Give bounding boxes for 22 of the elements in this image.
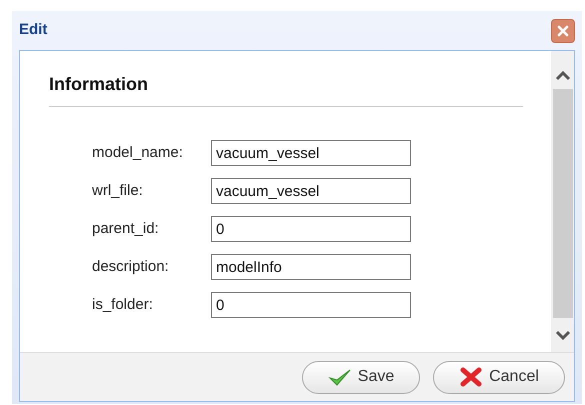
scroll-up-icon[interactable]: [554, 71, 570, 81]
input-field[interactable]: 0: [211, 216, 411, 242]
field-label: wrl_file:: [92, 180, 144, 201]
cross-icon: [459, 366, 484, 388]
input-field[interactable]: modelInfo: [211, 254, 411, 280]
scroll-down-icon[interactable]: [554, 330, 570, 340]
scrollbar[interactable]: [551, 51, 574, 352]
field-label: description:: [92, 256, 170, 277]
section-heading: Information: [49, 71, 523, 107]
field-label: parent_id:: [92, 218, 160, 239]
check-icon: [328, 367, 352, 387]
input-field[interactable]: vacuum_vessel: [211, 178, 411, 204]
cancel-button[interactable]: Cancel: [433, 360, 565, 394]
field-label: is_folder:: [92, 294, 154, 315]
field-label: model_name:: [92, 142, 184, 163]
close-icon: [556, 24, 570, 38]
close-button[interactable]: [551, 18, 575, 42]
save-button[interactable]: Save: [302, 360, 420, 394]
input-field[interactable]: vacuum_vessel: [211, 140, 411, 166]
input-field[interactable]: 0: [211, 292, 411, 318]
scrollbar-thumb[interactable]: [552, 89, 572, 318]
window-title: Edit: [19, 20, 48, 40]
